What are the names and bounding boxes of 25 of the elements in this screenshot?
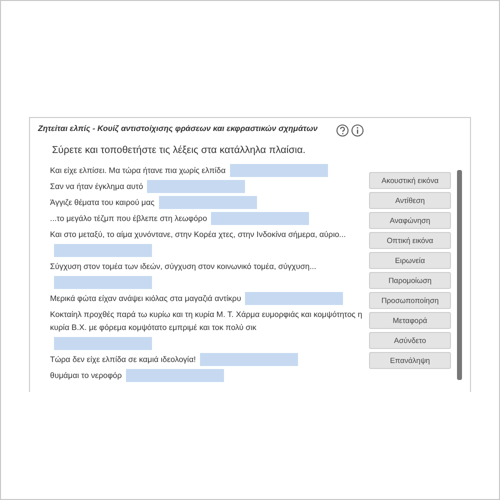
drop-field[interactable] <box>158 196 257 209</box>
drop-field[interactable] <box>211 212 310 225</box>
drop-field[interactable] <box>54 276 152 289</box>
quiz-title: Ζητείται ελπίς - Κουίζ αντιστοίχισης φράσεων και εκφραστικών σχημάτων <box>38 124 319 134</box>
instruction-text: Σύρετε και τοποθετήστε τις λέξεις στα κατάλληλα πλαίσια. <box>52 145 307 156</box>
sentence-text: ...το μεγάλο τέζμπ που έβλεπε στη λεωφόρο <box>50 213 208 225</box>
help-icon[interactable] <box>336 124 349 137</box>
sentence-text: θυμάμαι το νεροφόρ <box>50 370 122 382</box>
sentence-text: Κοκταίηλ προχθές παρά τω κυρίω και τη κυρία Μ. Τ. Χάρμα ευμορφιάς και κομψότητος η κυρία Β.Χ. με φόρεμα κομψότατο εμπριμέ και τοκ πολύ σικ <box>50 309 363 334</box>
drop-field[interactable] <box>126 369 224 382</box>
sentence-text: Τώρα δεν είχε ελπίδα σε καμιά ιδεολογία! <box>50 354 196 366</box>
sentence-text: Σύγχυση στον τομέα των ιδεών, σύγχυση στον κοινωνικό τομέα, σύγχυση... <box>50 261 316 273</box>
sentence-text: Μερικά φώτα είχαν ανάψει κιόλας στα μαγαζιά αντίκρυ <box>50 293 242 305</box>
drop-field[interactable] <box>54 337 152 350</box>
sentence-text: Σαν να ήταν έγκλημα αυτό <box>50 181 144 193</box>
drop-field[interactable] <box>245 292 344 305</box>
drop-field[interactable] <box>54 244 152 257</box>
drop-field[interactable] <box>230 164 328 177</box>
scrollbar[interactable] <box>457 170 462 380</box>
sentence-text: Και στο μεταξύ, το αίμα χυνόντανε, στην Κορέα χτες, στην Ινδοκίνα σήμερα, αύριο... <box>50 229 346 241</box>
sentence-text: Άγγιζε θέματα του καιρού μας <box>50 197 155 209</box>
drop-field[interactable] <box>200 353 298 366</box>
info-icon[interactable] <box>351 124 364 137</box>
drop-field[interactable] <box>147 180 246 193</box>
sentence-text: Και είχε ελπίσει. Μα τώρα ήτανε πια χωρίς ελπίδα <box>50 165 226 177</box>
